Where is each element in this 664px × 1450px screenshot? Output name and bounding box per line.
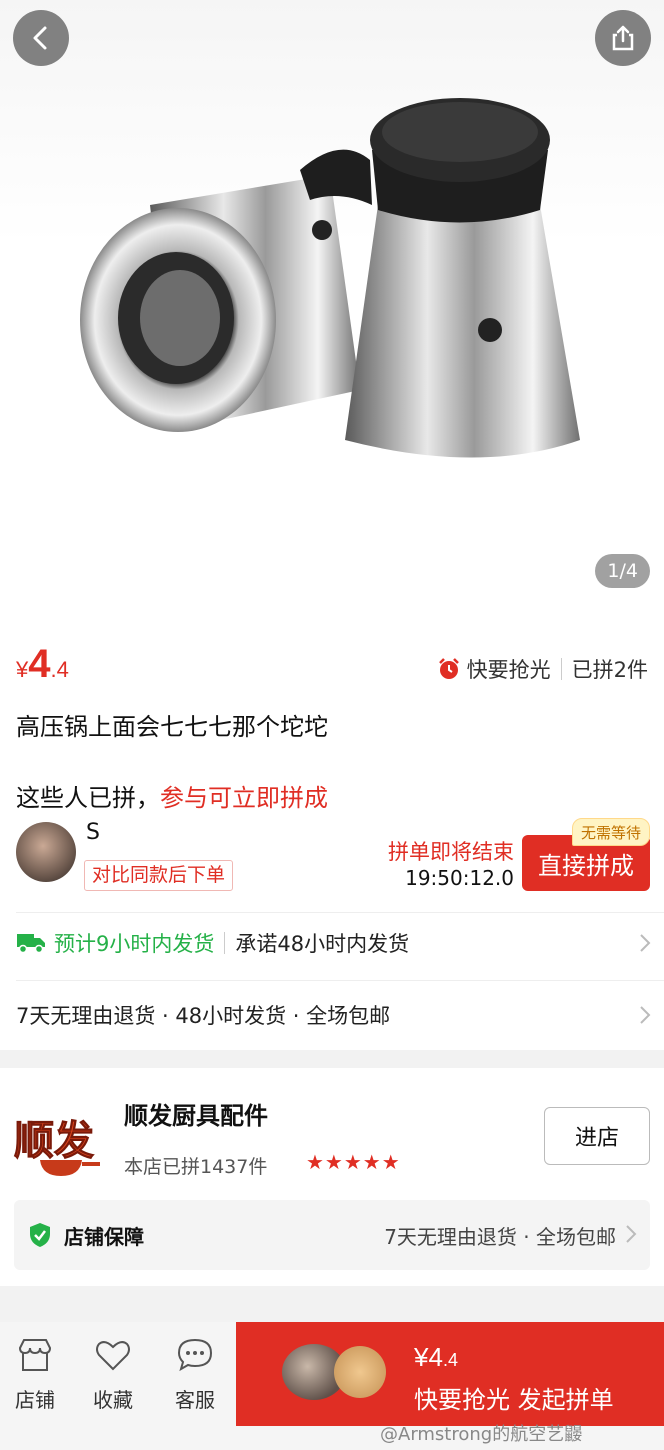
group-hint: 这些人已拼，参与可立即拼成 [16,778,328,813]
store-name[interactable]: 顺发厨具配件 [124,1096,268,1131]
start-group-button[interactable]: ¥4.4 快要抢光 发起拼单 [236,1322,664,1426]
image-counter: 1/4 [595,554,650,588]
price-decimal: .4 [50,657,69,682]
divider [224,932,226,954]
chat-icon [177,1338,213,1372]
chevron-right-icon [626,1225,637,1243]
shield-check-icon [30,1223,50,1247]
price-integer: 4 [428,1342,443,1372]
compare-tag: 对比同款后下单 [84,860,234,891]
divider [560,658,562,680]
svg-text:顺发: 顺发 [14,1118,94,1164]
shipping-estimate: 预计9小时内发货 [54,932,215,956]
buy-label: 快要抢光 发起拼单 [414,1386,614,1414]
pot-icon: 顺发 [14,1118,100,1176]
avatar [16,822,76,882]
no-wait-badge: 无需等待 [571,818,650,846]
service-row[interactable]: 7天无理由退货 · 48小时发货 · 全场包邮 [0,980,664,1050]
price-decimal: .4 [442,1350,458,1370]
buy-price: ¥4.4 [414,1342,458,1373]
store-icon [18,1339,52,1371]
shipping-estimate-row[interactable]: 预计9小时内发货 承诺48小时内发货 [0,908,664,978]
group-ending-label: 拼单即将结束 [388,840,514,864]
group-hint-highlight: 参与可立即拼成 [160,784,328,812]
hot-label: 快要抢光 [466,658,551,682]
grouped-count: 已拼2件 [571,658,648,682]
truck-icon [17,934,45,954]
group-hint-prefix: 这些人已拼， [16,784,160,812]
guarantee-items: 7天无理由退货 · 全场包邮 [384,1224,616,1249]
heart-icon [96,1341,130,1371]
tab-customer-service[interactable]: 客服 [160,1336,230,1413]
tab-customer-service-label: 客服 [175,1388,215,1412]
chevron-right-icon [640,934,651,952]
guarantee-title: 店铺保障 [64,1224,144,1249]
watermark: @Armstrong的航空艺鼹 [380,1424,583,1445]
currency-symbol: ¥ [414,1342,429,1372]
tab-favorite-label: 收藏 [93,1388,133,1412]
tab-store[interactable]: 店铺 [0,1336,70,1413]
store-logo[interactable]: 顺发 [12,1104,108,1184]
share-icon [612,25,634,51]
group-countdown: 19:50:12.0 [405,866,514,890]
enter-store-button[interactable]: 进店 [544,1107,650,1165]
sales-status: 快要抢光 已拼2件 [437,654,648,684]
store-sold-count: 本店已拼1437件 [124,1156,268,1178]
tab-favorite[interactable]: 收藏 [78,1336,148,1413]
back-button[interactable] [13,10,69,66]
product-title: 高压锅上面会七七七那个坨坨 [16,713,328,741]
chevron-left-icon [33,26,47,50]
product-image-gallery[interactable]: 1/4 [0,0,664,610]
participant-avatar [334,1346,386,1398]
group-user-name: S [86,820,100,845]
product-price: ¥4.4 [16,642,69,687]
product-photo [80,98,580,458]
service-list: 7天无理由退货 · 48小时发货 · 全场包邮 [16,1004,391,1028]
store-rating-stars: ★★★★★ [306,1150,401,1174]
store-guarantee-row[interactable]: 店铺保障 7天无理由退货 · 全场包邮 [14,1200,650,1270]
chevron-right-icon [640,1006,651,1024]
shipping-promise: 承诺48小时内发货 [235,932,410,956]
tab-store-label: 店铺 [15,1388,55,1412]
share-button[interactable] [595,10,651,66]
currency-symbol: ¥ [16,657,29,682]
price-integer: 4 [28,642,51,686]
alarm-clock-icon [438,658,459,679]
